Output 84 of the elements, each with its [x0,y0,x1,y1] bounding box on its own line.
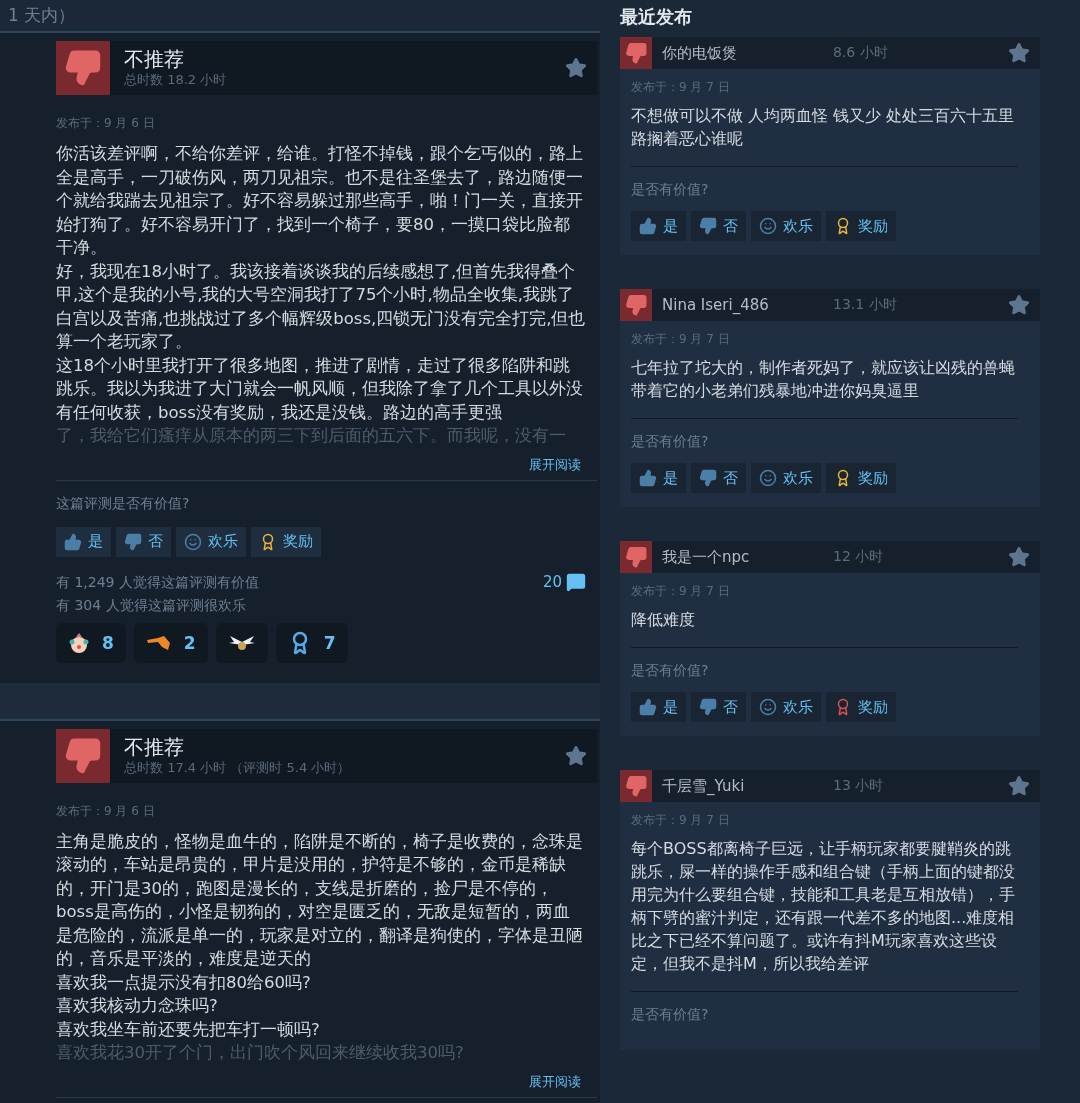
playtime-text: 13.1 小时 [833,296,898,314]
comment-count-link[interactable]: 20 [542,570,586,593]
award-button[interactable]: 奖励 [826,211,896,241]
award-button[interactable]: 奖励 [826,692,896,722]
review-paragraph: 喜欢我核动力念珠吗? [56,995,219,1017]
no-button[interactable]: 否 [691,463,746,493]
helpful-question: 是否有价值? [631,181,710,199]
thumbs-down-avatar [620,37,652,69]
thumbs-up-icon [639,469,657,487]
thumbs-up-icon [639,217,657,235]
star-icon[interactable] [1008,294,1030,316]
author-name[interactable]: Nina Iseri_486 [662,296,833,314]
smiley-icon [759,469,777,487]
review-paragraph: 这18个小时里我打开了很多地图，推进了剧情，走过了很多陷阱和跳跳乐。我以为我进了大门就会一帆风顺，但我除了拿了几个工具以外没有任何收获，boss没有奖励，我还是没钱。路边的高手更强 [56,354,584,424]
expand-link[interactable]: 展开阅读 [56,447,597,481]
expand-link[interactable]: 展开阅读 [56,1064,597,1098]
funny-button[interactable]: 欢乐 [751,463,821,493]
thumbs-down-icon [699,698,717,716]
smiley-icon [759,217,777,235]
playtime-text: 总时数 17.4 小时 （评测时 5.4 小时） [124,758,352,777]
review-text: 不想做可以不做 人均两血怪 钱又少 处处三百六十五里路搁着恶心谁呢 [631,104,1018,167]
author-name[interactable]: 千层雪_Yuki [662,776,833,796]
helpful-question: 是否有价值? [631,662,710,680]
thumbs-down-avatar [620,770,652,802]
section-title: 最近发布 [620,5,693,29]
star-icon[interactable] [1008,546,1030,568]
review-paragraph: 喜欢我一点提示没有扣80给60吗? [56,971,312,994]
helpful-question: 这篇评测是否有价值? [56,494,191,513]
award-chip[interactable]: 7 [275,622,348,663]
star-icon[interactable] [1008,775,1030,797]
playtime-text: 8.6 小时 [833,44,889,62]
funny-button[interactable]: 欢乐 [751,692,821,722]
posted-date: 发布于：9 月 6 日 [56,802,156,820]
award-chip[interactable]: 2 [133,622,208,663]
review-text: 降低难度 [631,608,1018,648]
thumbs-down-avatar [620,541,652,573]
no-button[interactable]: 否 [116,526,171,557]
award-button[interactable]: 奖励 [251,526,321,557]
author-name[interactable]: 你的电饭煲 [662,43,833,63]
verdict-label: 不推荐 [124,734,185,759]
award-chip[interactable] [215,622,268,663]
no-button[interactable]: 否 [691,692,746,722]
thumbs-down-avatar [56,728,110,783]
yes-button[interactable]: 是 [631,211,686,241]
playtime-text: 总时数 18.2 小时 [124,71,228,89]
thumbs-down-icon [699,469,717,487]
posted-date: 发布于：9 月 6 日 [56,115,156,132]
yes-button[interactable]: 是 [631,463,686,493]
funny-button[interactable]: 欢乐 [751,211,821,241]
review-paragraph: 好，我现在18小时了。我该接着谈谈我的后续感想了,但首先我得叠个甲,这个是我的小号,我的大号空洞我打了75个小时,物品全收集,我跳了白宫以及苦痛,也挑战过了多个幅辉级boss,四锁无门没有完全打完,但也算一个老玩家了。 [56,260,586,353]
funny-button[interactable]: 欢乐 [176,526,246,557]
yes-button[interactable]: 是 [631,692,686,722]
playtime-text: 13 小时 [833,777,885,795]
author-name[interactable]: 我是一个npc [662,547,833,567]
vote-count-text: 有 304 人觉得这篇评测很欢乐 [56,595,247,615]
award-chip[interactable]: 8 [56,622,126,663]
review-text: 每个BOSS都离椅子巨远，让手柄玩家都要腱鞘炎的跳跳乐，屎一样的操作手感和组合键（手柄上面的键都没用完为什么要组合键，技能和工具老是互相放错），手柄下劈的蜜汁判定，还有跟一代差不多的地图...难度相比之下已经不算问题了。或许有抖M玩家喜欢这些设定，但我不是抖M，所以我给差评 [631,837,1018,992]
review-text: 七年拉了坨大的，制作者死妈了，就应该让凶残的兽蝇带着它的小老弟们残暴地冲进你妈臭逼里 [631,356,1018,419]
review-paragraph: 你活该差评啊，不给你差评，给谁。打怪不掉钱，跟个乞丐似的，路上全是高手，一刀破伤风，两刀见祖宗。也不是往圣堡去了，路边随便一个就给我踹去见祖宗了。好不容易躲过那些高手，啪！门一关，直接开始打狗了。好不容易开门了，找到一个椅子，要80，一摸口袋比脸都干净。 [56,143,584,259]
star-icon[interactable] [565,57,587,79]
smiley-icon [184,532,202,551]
thumbs-down-avatar [620,289,652,321]
yes-button[interactable]: 是 [56,526,111,557]
thumbs-up-icon [639,698,657,716]
thumbs-down-icon [124,532,142,551]
helpful-question: 是否有价值? [631,1006,710,1024]
thumbs-up-icon [64,532,82,551]
vote-count-text: 有 1,249 人觉得这篇评测有价值 [56,572,259,592]
clown-face-icon [68,631,90,654]
verdict-label: 不推荐 [124,47,185,71]
winged-icon [227,633,256,652]
thumbs-down-avatar [56,41,110,95]
horse-icon [145,634,172,651]
no-button[interactable]: 否 [691,211,746,241]
award-button[interactable]: 奖励 [826,463,896,493]
playtime-text: 12 小时 [833,548,885,566]
review-paragraph: 主角是脆皮的，怪物是血牛的，陷阱是不断的，椅子是收费的，念珠是滚动的，车站是昂贵的，甲片是没用的，护符是不够的，金币是稀缺的，开门是30的，跑图是漫长的，支线是折磨的，捡尸是不停的，boss是高伤的，小怪是韧狗的，对空是匮乏的，无敌是短暂的，两血是危险的，流派是单一的，玩家是对立的，翻译是狗使的，字体是丑陋的，音乐是平淡的，难度是逆天的 [56,830,584,970]
faded-review-text: 喜欢我花30开了个门，出门吹个风回来继续收我30吗? [56,1042,465,1064]
smiley-icon [759,698,777,716]
helpful-question: 是否有价值? [631,433,710,451]
star-icon[interactable] [565,744,587,767]
review-paragraph: 喜欢我坐车前还要先把车打一顿吗? [56,1018,321,1041]
star-icon[interactable] [1008,42,1030,64]
thumbs-down-icon [699,217,717,235]
